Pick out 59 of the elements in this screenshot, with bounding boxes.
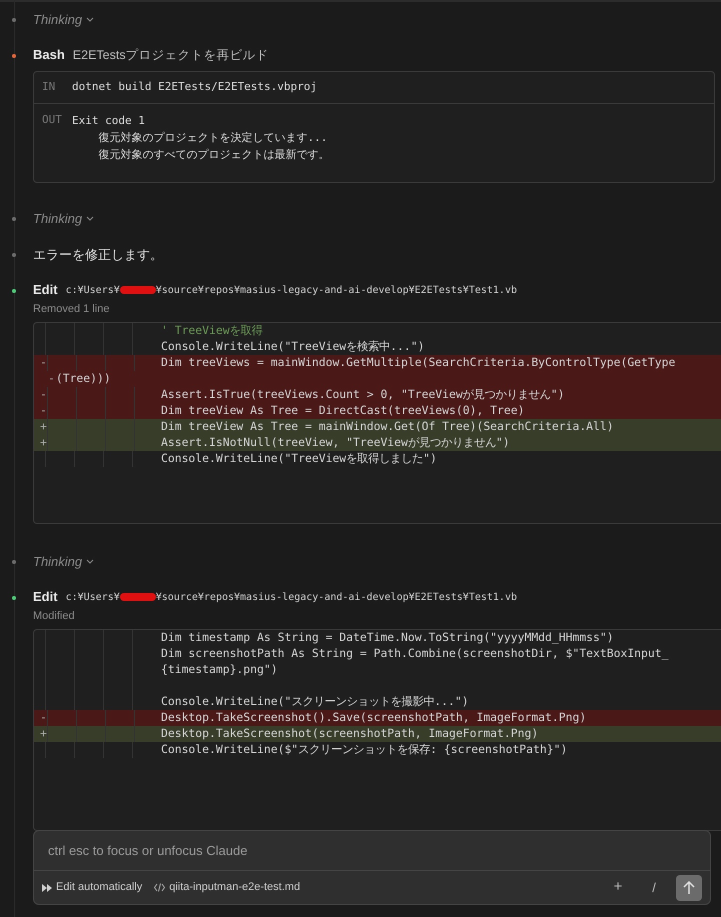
add-button[interactable]: +: [606, 876, 630, 899]
slash-command-button[interactable]: /: [642, 878, 666, 898]
output-line: Exit code 1: [72, 113, 146, 129]
prompt-field[interactable]: ctrl esc to focus or unfocus Claude: [34, 831, 710, 871]
message-text: エラーを修正します。: [33, 246, 163, 264]
diff-marker: -: [40, 402, 47, 420]
diff-marker: -: [40, 354, 47, 372]
file-path: c:¥Users¥: [66, 590, 120, 604]
code-line: Assert.IsTrue(treeViews.Count > 0, "TreeViewが見つかりません"): [161, 386, 564, 404]
send-button[interactable]: [676, 874, 702, 900]
fast-forward-icon: [42, 884, 52, 892]
chevron-icon: [86, 17, 94, 23]
file-path: ¥source¥repos¥masius-legacy-and-ai-develop¥E2ETests¥Test1.vb: [156, 590, 517, 604]
code-line: Console.WriteLine("スクリーンショットを撮影中..."): [161, 693, 469, 710]
code-line: Dim treeView As Tree = DirectCast(treeViews(0), Tree): [161, 402, 524, 420]
command-text: dotnet build E2ETests/E2ETests.vbproj: [72, 79, 318, 96]
diff-marker: -: [48, 370, 55, 388]
tool-label: Edit: [33, 588, 58, 606]
thinking-toggle[interactable]: Thinking: [33, 10, 94, 30]
edit-summary: Removed 1 line: [33, 302, 110, 317]
code-line: Console.WriteLine("TreeViewを検索中..."): [161, 338, 424, 356]
tool-title: E2ETestsプロジェクトを再ビルド: [72, 46, 269, 64]
file-chip[interactable]: qiita-inputman-e2e-test.md: [154, 879, 300, 896]
out-label: OUT: [41, 112, 63, 128]
code-line: Dim treeView As Tree = mainWindow.Get(Of Tree)(SearchCriteria.All): [161, 418, 614, 436]
code-line: (Tree))): [56, 370, 111, 388]
in-label: IN: [41, 79, 56, 96]
edit-summary: Modified: [33, 609, 76, 624]
chevron-icon: [86, 216, 94, 222]
code-line: Dim timestamp As String = DateTime.Now.ToString("yyyyMMdd_HHmmss"): [161, 630, 614, 646]
diff-marker: -: [40, 386, 47, 404]
diff-marker: +: [40, 434, 47, 452]
output-line: 復元対象のプロジェクトを決定しています...: [97, 130, 328, 146]
redaction-mark: [120, 593, 156, 601]
code-line: {timestamp}.png"): [161, 661, 278, 678]
code-line: Desktop.TakeScreenshot(screenshotPath, ImageFormat.Png): [161, 725, 538, 742]
thinking-toggle[interactable]: Thinking: [33, 552, 94, 572]
code-line: Console.WriteLine($"スクリーンショットを保存: {screenshotPath}"): [161, 741, 568, 758]
code-line: Assert.IsNotNull(treeView, "TreeViewが見つかりません"): [161, 434, 510, 452]
edit-mode-button[interactable]: Edit automatically: [42, 879, 142, 896]
code-icon: [154, 883, 166, 892]
output-line: 復元対象のすべてのプロジェクトは最新です。: [97, 147, 330, 163]
redaction-mark: [120, 286, 156, 294]
code-line: Dim screenshotPath As String = Path.Combine(screenshotDir, $"TextBoxInput_: [161, 645, 668, 662]
tool-label: Bash: [33, 46, 65, 64]
diff-marker: -: [40, 709, 47, 726]
code-line: Desktop.TakeScreenshot().Save(screenshotPath, ImageFormat.Png): [161, 709, 586, 726]
code-line: ' TreeViewを取得: [161, 323, 263, 340]
diff-marker: +: [40, 418, 47, 436]
code-line: Dim treeViews = mainWindow.GetMultiple(SearchCriteria.ByControlType(GetType: [161, 354, 676, 372]
chevron-icon: [86, 559, 94, 565]
file-path: c:¥Users¥: [66, 284, 120, 298]
prompt-box[interactable]: ctrl esc to focus or unfocus Claude Edit automatically qiita-inputman-e2e-test.md + /: [33, 830, 711, 905]
diff-marker: +: [40, 725, 47, 742]
tool-label: Edit: [33, 281, 58, 300]
code-line: Console.WriteLine("TreeViewを取得しました"): [161, 450, 437, 468]
thinking-toggle[interactable]: Thinking: [33, 209, 94, 229]
arrow-up-icon: [682, 880, 696, 894]
file-path: ¥source¥repos¥masius-legacy-and-ai-develop¥E2ETests¥Test1.vb: [156, 284, 517, 298]
